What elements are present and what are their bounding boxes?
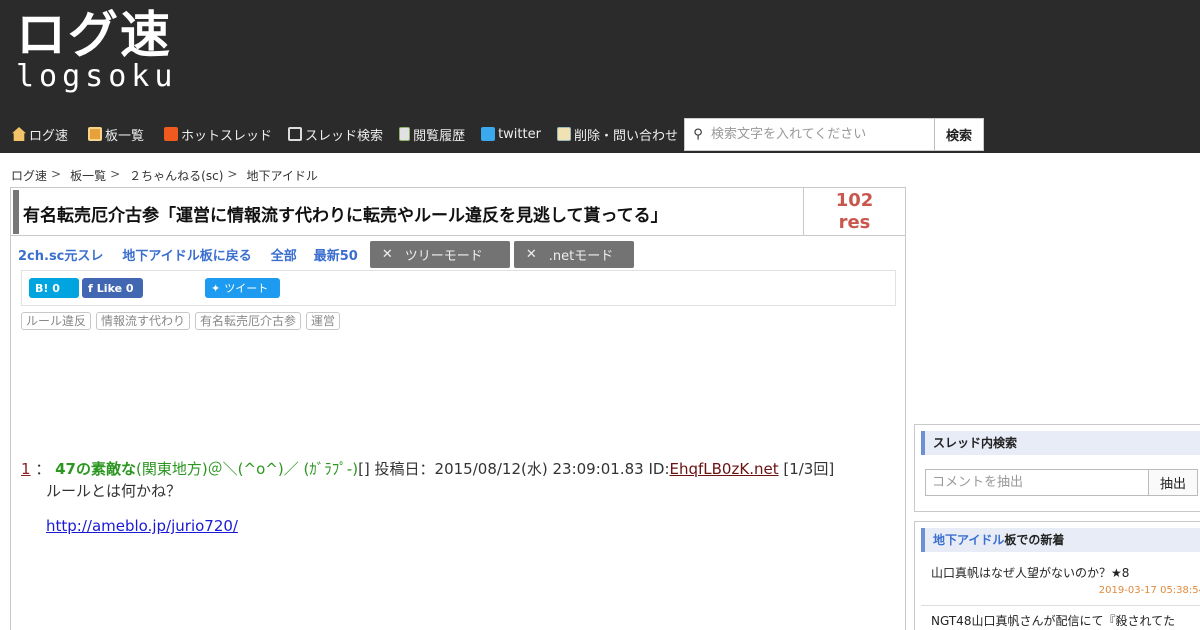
close-icon: ✕: [381, 246, 393, 262]
hatena-bookmark-button[interactable]: B! 0: [29, 278, 79, 298]
search-icon: [288, 127, 303, 141]
nav-thread-search[interactable]: スレッド検索: [282, 118, 389, 150]
mode-label: .netモード: [548, 248, 614, 264]
nav-history[interactable]: 閲覧履歴: [393, 118, 471, 150]
nav-label: 閲覧履歴: [413, 128, 466, 144]
social-share-bar: B! 0 f Like 0 ✦ ツイート: [21, 270, 896, 306]
latest-50-link[interactable]: 最新50: [314, 245, 358, 264]
nav-label: ホットスレッド: [181, 128, 273, 144]
new-thread-item[interactable]: NGT48山口真帆さんが配信にて『殺されてた: [921, 612, 1200, 630]
post-author-location: (関東地方)＠＼(^o^)／ (ｶﾞﾗﾌﾟ-): [135, 460, 359, 478]
twitter-icon: [481, 127, 496, 141]
sidebar-thread-search: スレッド内検索 抽出: [914, 424, 1200, 512]
title-accent-bar: [13, 190, 19, 234]
new-thread-title: NGT48山口真帆さんが配信にて『殺されてた: [931, 614, 1176, 628]
facebook-like-button[interactable]: f Like 0: [82, 278, 143, 298]
extract-button[interactable]: 抽出: [1148, 469, 1198, 496]
nav-label: twitter: [498, 126, 541, 142]
site-header: ログ速 logsoku ログ速 板一覧 ホットスレッド スレッド検索 閲覧履歴 …: [0, 0, 1200, 153]
fire-icon: [164, 127, 179, 141]
nav-label: スレッド検索: [305, 128, 384, 144]
post-user-id[interactable]: EhqfLB0zK.net: [670, 460, 779, 478]
main-nav: ログ速 板一覧 ホットスレッド スレッド検索 閲覧履歴 twitter 削除・問…: [6, 118, 684, 150]
board-icon: [88, 127, 103, 141]
res-count: 102: [835, 190, 874, 211]
mode-label: ツリーモード: [404, 248, 483, 264]
post-link[interactable]: http://ameblo.jp/jurio720/: [46, 517, 238, 535]
thread-title: 有名転売厄介古参「運営に情報流す代わりに転売やルール違反を見逃して貰ってる」: [23, 206, 668, 226]
post-number[interactable]: 1: [21, 460, 31, 478]
search-icon: ⚲: [693, 127, 703, 142]
nav-home[interactable]: ログ速: [6, 118, 74, 150]
tag-list: ルール違反 情報流す代わり 有名転売厄介古参 運営: [21, 312, 345, 330]
new-thread-title: 山口真帆はなぜ人望がないのか？★8: [931, 566, 1130, 580]
sidebar-new-threads: 地下アイドル板での新着 山口真帆はなぜ人望がないのか？★8 2019-03-17…: [914, 521, 1200, 630]
search-input[interactable]: [711, 119, 934, 150]
site-search: ⚲ 検索: [684, 118, 984, 151]
breadcrumb-board-list[interactable]: 板一覧: [70, 167, 106, 184]
thread-panel: 有名転売厄介古参「運営に情報流す代わりに転売やルール違反を見逃して貰ってる」 1…: [10, 187, 906, 630]
home-icon: [12, 127, 26, 141]
tweet-label: ツイート: [224, 282, 269, 295]
tag[interactable]: ルール違反: [21, 312, 92, 330]
sidebar-search-title: スレッド内検索: [921, 431, 1200, 455]
nav-label: 削除・問い合わせ: [573, 128, 678, 144]
search-button[interactable]: 検索: [934, 119, 983, 150]
post-header: 1 ： 47の素敵な(関東地方)＠＼(^o^)／ (ｶﾞﾗﾌﾟ-)[] 投稿日：…: [21, 458, 834, 479]
tree-mode-button[interactable]: ✕ ツリーモード: [369, 240, 510, 268]
post-count: [1/3回]: [778, 460, 835, 478]
post-author-name: 47の素敵な: [55, 460, 136, 478]
new-thread-item[interactable]: 山口真帆はなぜ人望がないのか？★8 2019-03-17 05:38:54: [921, 564, 1200, 606]
nav-twitter[interactable]: twitter: [475, 118, 547, 150]
thread-title-row: 有名転売厄介古参「運営に情報流す代わりに転売やルール違反を見逃して貰ってる」 1…: [11, 188, 905, 236]
post-meta: [] 投稿日：2015/08/12(水) 23:09:01.83 ID:: [358, 460, 670, 478]
breadcrumb-category[interactable]: ２ちゃんねる(sc): [129, 167, 223, 184]
thread-links: 2ch.sc元スレ 地下アイドル板に戻る 全部 最新50 ✕ ツリーモード ✕ …: [18, 240, 638, 268]
breadcrumb: ログ速 > 板一覧 > ２ちゃんねる(sc) > 地下アイドル: [11, 167, 318, 184]
twitter-bird-icon: ✦: [211, 281, 221, 295]
close-icon: ✕: [525, 246, 537, 262]
tweet-button[interactable]: ✦ ツイート: [205, 278, 280, 298]
facebook-icon: f: [88, 281, 93, 295]
show-all-link[interactable]: 全部: [271, 245, 297, 264]
tag[interactable]: 有名転売厄介古参: [195, 312, 302, 330]
res-label: res: [838, 212, 871, 233]
nav-board-list[interactable]: 板一覧: [82, 118, 150, 150]
nav-contact[interactable]: 削除・問い合わせ: [551, 118, 684, 150]
new-title-rest: 板での新着: [1004, 533, 1065, 547]
post-body: ルールとは何かね？: [46, 482, 182, 500]
edit-icon: [556, 127, 571, 141]
post-separator: ：: [30, 460, 56, 478]
site-logo[interactable]: ログ速 logsoku: [16, 8, 177, 94]
net-mode-button[interactable]: ✕ .netモード: [513, 240, 634, 268]
nav-label: 板一覧: [105, 128, 145, 144]
tag[interactable]: 情報流す代わり: [96, 312, 191, 330]
comment-filter-input[interactable]: [925, 469, 1149, 496]
res-count-badge: 102 res: [803, 188, 905, 236]
nav-label: ログ速: [29, 128, 69, 144]
logo-text-en: logsoku: [16, 59, 178, 94]
board-name-link[interactable]: 地下アイドル: [933, 533, 1004, 547]
breadcrumb-board[interactable]: 地下アイドル: [246, 167, 317, 184]
sidebar-new-title: 地下アイドル板での新着: [921, 528, 1200, 552]
original-thread-link[interactable]: 2ch.sc元スレ: [18, 245, 103, 264]
nav-hot-threads[interactable]: ホットスレッド: [158, 118, 278, 150]
back-to-board-link[interactable]: 地下アイドル板に戻る: [122, 245, 251, 264]
history-icon: [399, 127, 411, 141]
like-label: Like 0: [96, 281, 134, 295]
breadcrumb-home[interactable]: ログ速: [11, 167, 47, 184]
tag[interactable]: 運営: [306, 312, 341, 330]
logo-text-jp: ログ速: [16, 6, 172, 64]
new-thread-date: 2019-03-17 05:38:54: [1098, 585, 1200, 596]
